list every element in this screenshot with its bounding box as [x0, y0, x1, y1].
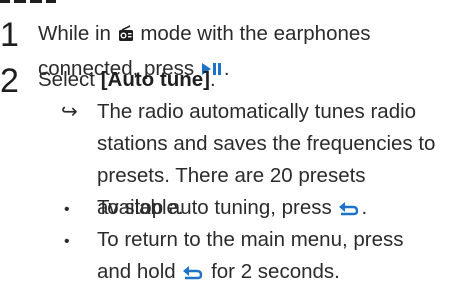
bullet-1-after: .	[361, 196, 368, 219]
bullet-2-line-2-before: and hold	[97, 260, 176, 283]
menu-option-auto-tune: [Auto tune]	[100, 68, 210, 91]
clipped-heading-remnant	[0, 0, 60, 6]
bullet-1-before: To stop auto tuning, press	[97, 196, 332, 219]
step-number-2: 2	[0, 62, 19, 100]
bullet-marker-2: •	[64, 233, 70, 250]
bullet-marker-1: •	[64, 201, 70, 218]
bullet-2-line-2-after: for 2 seconds.	[211, 260, 340, 283]
step-2-text-before: Select	[38, 68, 95, 91]
result-line-2: stations and saves the frequencies to	[97, 132, 436, 155]
step-number-1: 1	[0, 16, 19, 54]
result-arrow-icon: ↪	[61, 101, 78, 123]
bullet-2-line-2: and hold for 2 seconds.	[97, 256, 457, 291]
bullet-2-line-1: To return to the main menu, press	[97, 228, 404, 251]
bullet-2-text: To return to the main menu, press and ho…	[97, 224, 457, 291]
radio-mode-icon	[117, 21, 135, 53]
instruction-page: 1 While in mode with the earphones conne…	[0, 0, 459, 288]
step-1-line-1-after: mode with the earphones	[140, 22, 371, 45]
back-icon	[337, 195, 361, 227]
back-icon	[181, 259, 205, 291]
step-1-line-1: While in mode with the earphones	[38, 18, 453, 53]
step-1-line-1-before: While in	[38, 22, 111, 45]
bullet-1-text: To stop auto tuning, press .	[97, 192, 457, 227]
clipped-heading-glyphs	[0, 0, 56, 3]
step-2-text: Select [Auto tune].	[38, 64, 453, 96]
step-2-text-after: .	[209, 68, 216, 91]
result-line-1: The radio automatically tunes radio	[97, 100, 417, 123]
